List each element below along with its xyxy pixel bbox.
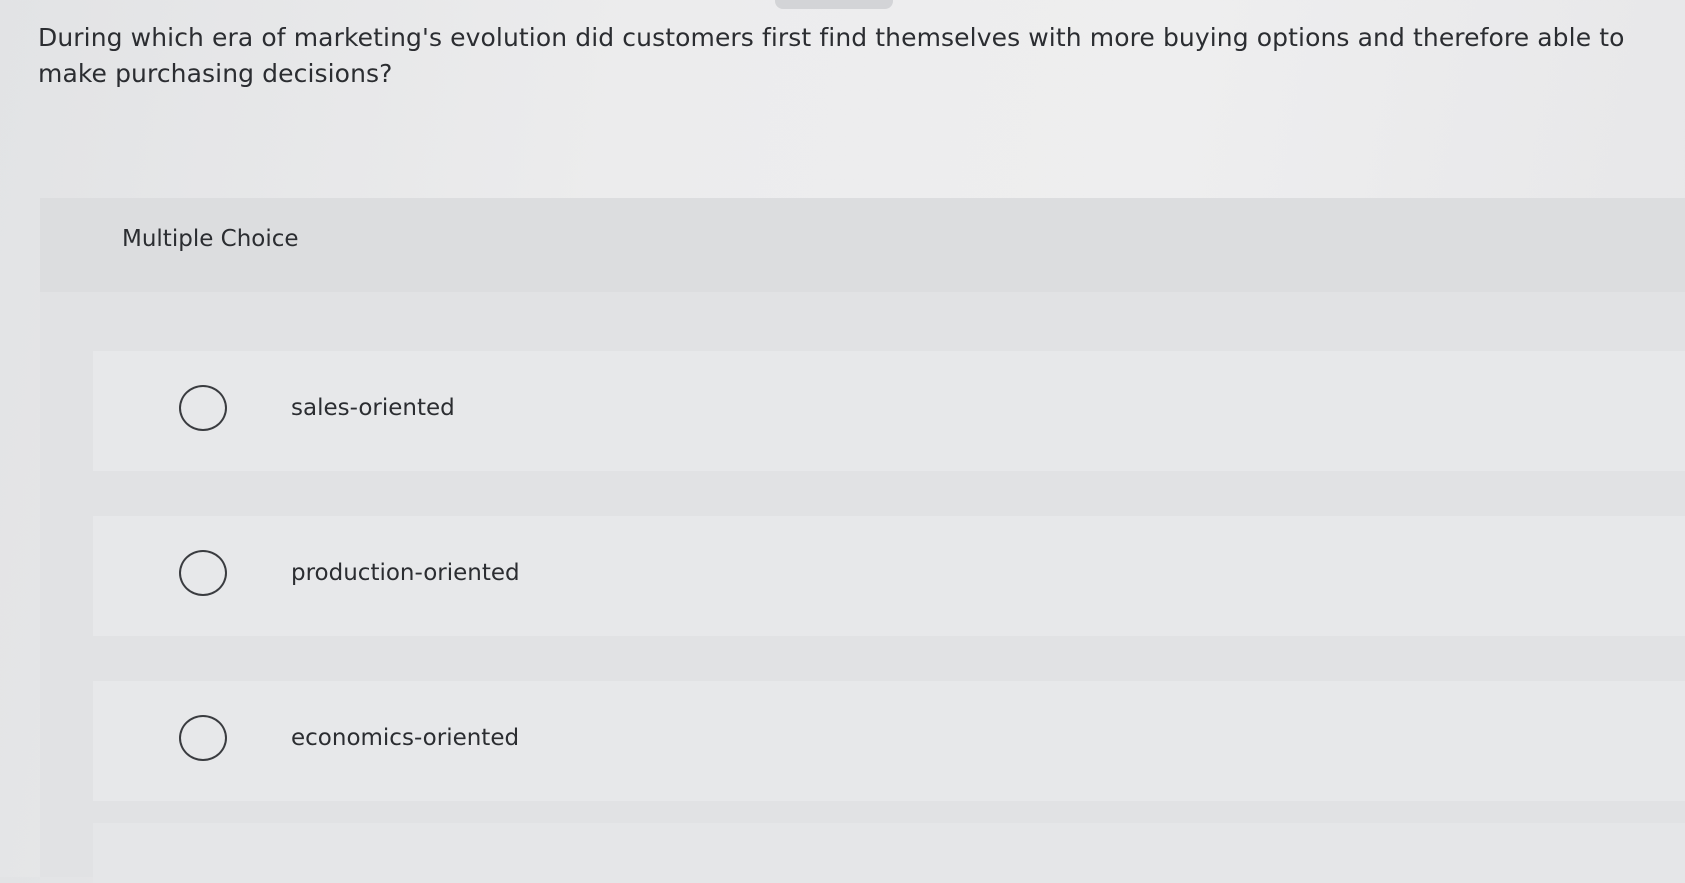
top-tab-handle — [775, 0, 893, 9]
next-choice-edge — [93, 823, 1685, 883]
multiple-choice-label: Multiple Choice — [122, 226, 299, 252]
choice-option-sales-oriented[interactable]: sales-oriented — [93, 351, 1685, 471]
radio-button-icon[interactable] — [179, 715, 227, 761]
choice-label: sales-oriented — [291, 395, 455, 421]
choice-label: economics-oriented — [291, 725, 520, 751]
radio-button-icon[interactable] — [179, 385, 227, 431]
multiple-choice-panel: Multiple Choice sales-oriented productio… — [40, 198, 1685, 883]
multiple-choice-header: Multiple Choice — [40, 198, 1685, 292]
choice-option-production-oriented[interactable]: production-oriented — [93, 516, 1685, 636]
question-text: During which era of marketing's evolutio… — [38, 23, 1625, 88]
choice-option-economics-oriented[interactable]: economics-oriented — [93, 681, 1685, 801]
radio-button-icon[interactable] — [179, 550, 227, 596]
choice-label: production-oriented — [291, 560, 520, 586]
